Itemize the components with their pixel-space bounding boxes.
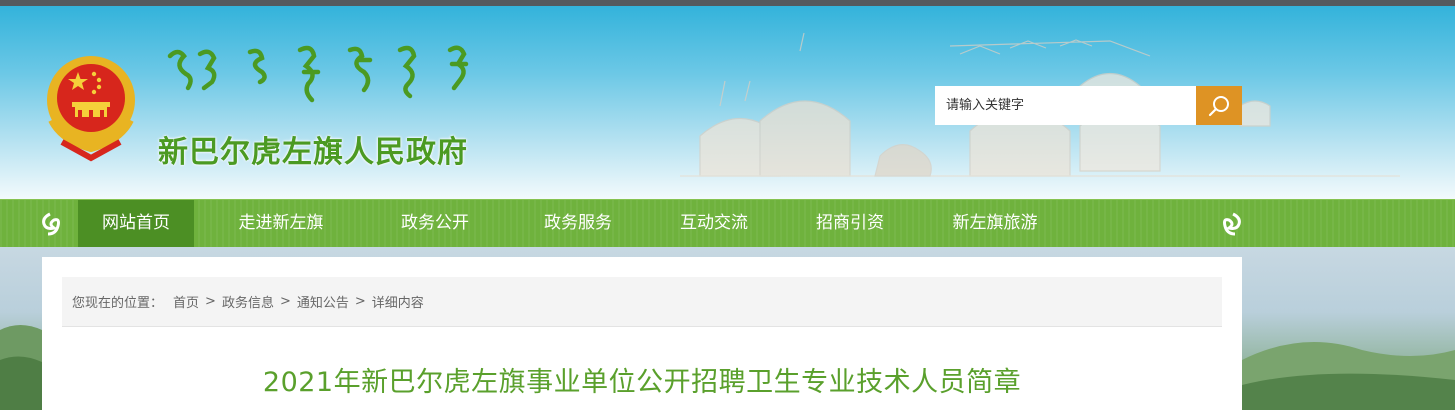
main-navigation: 网站首页 走进新左旗 政务公开 政务服务 互动交流 招商引资 新左旗旅游	[0, 199, 1455, 247]
search-box	[935, 86, 1242, 125]
breadcrumb-separator: >	[279, 294, 291, 309]
nav-item-gov-open[interactable]: 政务公开	[380, 200, 490, 247]
breadcrumb-separator: >	[354, 294, 366, 309]
breadcrumb-separator: >	[205, 294, 216, 309]
breadcrumb-item-detail: 详细内容	[371, 296, 424, 311]
ornament-right-icon	[1223, 212, 1241, 236]
search-icon	[1208, 95, 1229, 116]
national-emblem-logo	[47, 56, 135, 162]
breadcrumb-item-gov-info[interactable]: 政务信息	[222, 292, 274, 311]
breadcrumb-lead: 您现在的位置：	[72, 296, 164, 311]
content-panel: 您现在的位置： 首页 > 政务信息 > 通知公告 > 详细内容 2021年新巴尔…	[42, 257, 1242, 410]
mongolian-script-title	[167, 45, 469, 103]
grassland-left-decor	[0, 325, 42, 410]
breadcrumb-item-home[interactable]: 首页	[173, 292, 199, 311]
ornament-left-icon	[42, 212, 60, 236]
breadcrumb: 您现在的位置： 首页 > 政务信息 > 通知公告 > 详细内容	[62, 277, 1222, 327]
nav-item-investment[interactable]: 招商引资	[795, 200, 905, 247]
grassland-right-decor	[1242, 342, 1455, 410]
nav-item-gov-service[interactable]: 政务服务	[523, 200, 633, 247]
nav-item-about[interactable]: 走进新左旗	[222, 200, 340, 247]
search-input[interactable]	[935, 86, 1196, 125]
search-button[interactable]	[1196, 86, 1242, 125]
article-title: 2021年新巴尔虎左旗事业单位公开招聘卫生专业技术人员简章	[262, 367, 1022, 398]
header-banner: 新巴尔虎左旗人民政府	[0, 6, 1455, 199]
breadcrumb-item-notices[interactable]: 通知公告	[297, 292, 349, 311]
nav-item-home[interactable]: 网站首页	[78, 200, 194, 247]
site-title: 新巴尔虎左旗人民政府	[158, 135, 468, 170]
nav-item-interaction[interactable]: 互动交流	[659, 200, 769, 247]
nav-item-tourism[interactable]: 新左旗旅游	[930, 200, 1060, 247]
